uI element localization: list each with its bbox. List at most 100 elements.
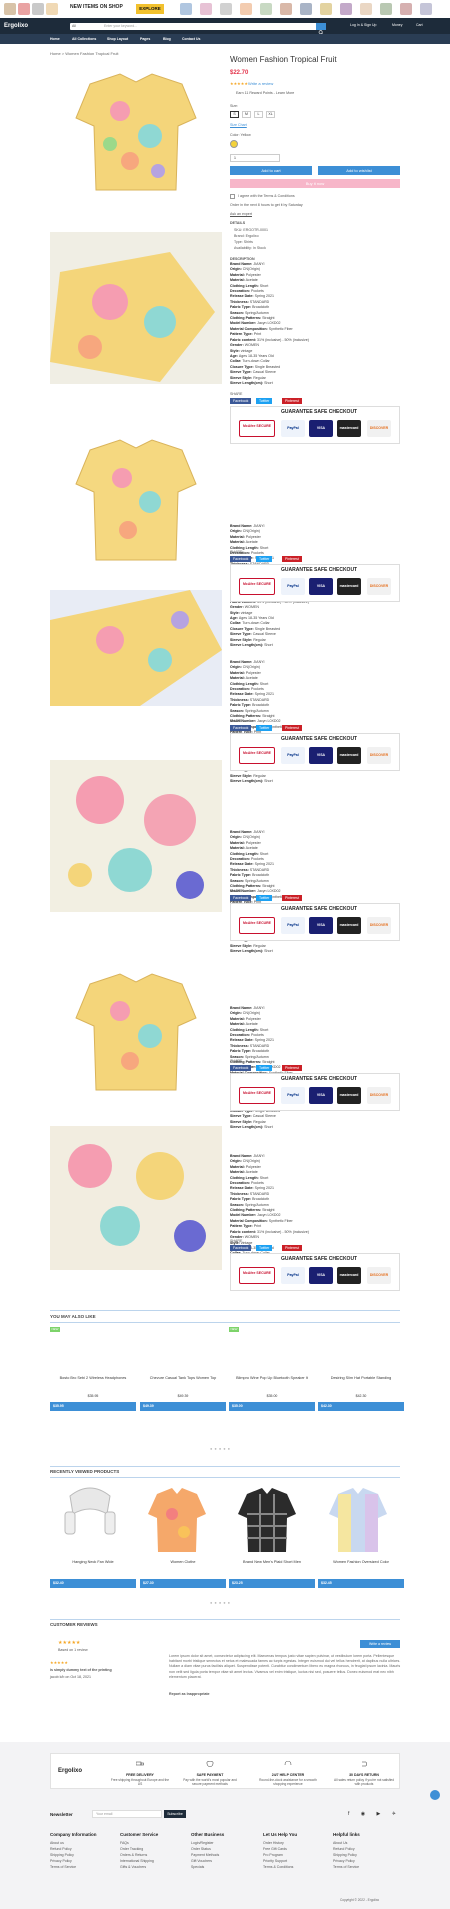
product-thumbnail[interactable] bbox=[55, 1484, 125, 1556]
recent-product-name[interactable]: Hanging Neck Fan Wide bbox=[50, 1560, 136, 1564]
agree-checkbox[interactable] bbox=[230, 194, 235, 199]
footer-link[interactable]: Order Tracking bbox=[120, 1847, 143, 1851]
nav-blog[interactable]: Blog bbox=[163, 37, 171, 41]
share-button-pinterest[interactable]: Pinterest bbox=[282, 398, 302, 404]
share-button-pinterest[interactable]: Pinterest bbox=[282, 895, 302, 901]
recent-add-bar[interactable]: $32.40 bbox=[50, 1579, 136, 1588]
footer-link[interactable]: Order History bbox=[263, 1841, 284, 1845]
product-thumbnail[interactable] bbox=[232, 1484, 302, 1556]
nav-contact[interactable]: Contact Us bbox=[182, 37, 200, 41]
footer-link[interactable]: Terms of Service bbox=[333, 1865, 359, 1869]
nav-pages[interactable]: Pages bbox=[140, 37, 150, 41]
carousel-dots[interactable]: ●●●●● bbox=[210, 1446, 232, 1451]
share-button-twitter[interactable]: Twitter bbox=[256, 398, 273, 404]
related-product-name[interactable]: Desiring Slim Hat Portable Standing bbox=[318, 1376, 404, 1380]
product-image[interactable] bbox=[50, 760, 222, 912]
cart-link[interactable]: Cart bbox=[416, 23, 423, 27]
footer-link[interactable]: Privacy Policy bbox=[50, 1859, 72, 1863]
share-button-twitter[interactable]: Twitter bbox=[256, 725, 273, 731]
footer-link[interactable]: Shipping Policy bbox=[333, 1853, 357, 1857]
carousel-dots[interactable]: ●●●●● bbox=[210, 1600, 232, 1605]
write-review-link[interactable]: Write a review bbox=[248, 81, 273, 86]
footer-link[interactable]: Refund Policy bbox=[50, 1847, 72, 1851]
related-add-bar[interactable]: $35.95 bbox=[50, 1402, 136, 1411]
share-button-facebook[interactable]: Facebook bbox=[230, 398, 252, 404]
product-thumbnail[interactable] bbox=[142, 1484, 212, 1556]
footer-link[interactable]: Gifts & Vouchers bbox=[120, 1865, 146, 1869]
footer-link[interactable]: Login/Register bbox=[191, 1841, 214, 1845]
product-image[interactable] bbox=[50, 232, 222, 384]
related-product-name[interactable]: Chevure Casual Tank Tops Women Top bbox=[140, 1376, 226, 1380]
login-link[interactable]: Log In & Sign Up bbox=[350, 23, 376, 27]
related-add-bar[interactable]: $42.30 bbox=[318, 1402, 404, 1411]
footer-link[interactable]: Order Status bbox=[191, 1847, 211, 1851]
recent-add-bar[interactable]: $23.25 bbox=[229, 1579, 315, 1588]
footer-link[interactable]: Gift Vouchers bbox=[191, 1859, 212, 1863]
share-button-twitter[interactable]: Twitter bbox=[256, 556, 273, 562]
footer-link[interactable]: Terms of Service bbox=[50, 1865, 76, 1869]
footer-link[interactable]: Terms & Conditions bbox=[263, 1865, 293, 1869]
search-button[interactable] bbox=[316, 23, 326, 35]
quantity-stepper[interactable]: 1 bbox=[230, 154, 280, 162]
product-image[interactable] bbox=[50, 420, 222, 580]
footer-link[interactable]: Payment Methods bbox=[191, 1853, 219, 1857]
size-option[interactable]: M bbox=[242, 111, 251, 118]
search-category[interactable]: All bbox=[72, 24, 76, 28]
footer-link[interactable]: About Us bbox=[333, 1841, 347, 1845]
product-thumbnail[interactable] bbox=[323, 1484, 393, 1556]
buy-now-button[interactable]: Buy it now bbox=[230, 179, 400, 188]
nav-home[interactable]: Home bbox=[50, 37, 60, 41]
newsletter-input[interactable]: Your email bbox=[92, 1810, 162, 1818]
explore-button[interactable]: EXPLORE bbox=[136, 4, 164, 14]
footer-link[interactable]: FAQs bbox=[120, 1841, 129, 1845]
product-image[interactable] bbox=[50, 590, 222, 706]
product-image[interactable] bbox=[50, 956, 222, 1108]
share-button-pinterest[interactable]: Pinterest bbox=[282, 1245, 302, 1251]
add-to-cart-button[interactable]: Add to cart bbox=[230, 166, 312, 175]
recent-product-name[interactable]: Women Fashion Oversized Color bbox=[318, 1560, 404, 1564]
related-add-bar[interactable]: $49.39 bbox=[140, 1402, 226, 1411]
size-option[interactable]: XL bbox=[266, 111, 275, 118]
footer-link[interactable]: Privacy Policy bbox=[333, 1859, 355, 1863]
recent-product-name[interactable]: Women Clothe bbox=[140, 1560, 226, 1564]
size-option[interactable]: S bbox=[230, 111, 239, 118]
share-button-facebook[interactable]: Facebook bbox=[230, 1065, 252, 1071]
footer-link[interactable]: Priority Support bbox=[263, 1859, 287, 1863]
share-button-facebook[interactable]: Facebook bbox=[230, 556, 252, 562]
footer-link[interactable]: International Shipping bbox=[120, 1859, 154, 1863]
footer-link[interactable]: Shipping Policy bbox=[50, 1853, 74, 1857]
related-product-name[interactable]: Blimpro Wine Pop Up Bluetooth Speaker It bbox=[229, 1376, 315, 1380]
share-button-twitter[interactable]: Twitter bbox=[256, 1065, 273, 1071]
nav-all-collections[interactable]: All Collections bbox=[72, 37, 96, 41]
share-button-facebook[interactable]: Facebook bbox=[230, 1245, 252, 1251]
product-main-image[interactable] bbox=[50, 56, 222, 208]
footer-link[interactable]: About us bbox=[50, 1841, 64, 1845]
report-link[interactable]: Report as Inappropriate bbox=[169, 1692, 210, 1696]
share-button-twitter[interactable]: Twitter bbox=[256, 895, 273, 901]
share-button-pinterest[interactable]: Pinterest bbox=[282, 1065, 302, 1071]
color-swatch-yellow[interactable] bbox=[230, 140, 238, 148]
footer-link[interactable]: Orders & Returns bbox=[120, 1853, 147, 1857]
recent-add-bar[interactable]: $32.45 bbox=[318, 1579, 404, 1588]
footer-link[interactable]: Specials bbox=[191, 1865, 204, 1869]
footer-link[interactable]: Refund Policy bbox=[333, 1847, 355, 1851]
related-add-bar[interactable]: $35.00 bbox=[229, 1402, 315, 1411]
share-button-twitter[interactable]: Twitter bbox=[256, 1245, 273, 1251]
subscribe-button[interactable]: Subscribe bbox=[164, 1810, 186, 1818]
ask-expert-link[interactable]: Ask an expert bbox=[230, 212, 252, 216]
share-button-pinterest[interactable]: Pinterest bbox=[282, 556, 302, 562]
currency-link[interactable]: Money bbox=[392, 23, 403, 27]
recent-product-name[interactable]: Brand New Men's Plaid Short Men bbox=[229, 1560, 315, 1564]
footer-logo[interactable]: Ergolixo bbox=[58, 1768, 82, 1774]
footer-link[interactable]: Free Gift Cards bbox=[263, 1847, 287, 1851]
size-chart-link[interactable]: Size Chart bbox=[230, 123, 247, 127]
product-image[interactable] bbox=[50, 1126, 222, 1270]
search-input[interactable]: Enter your keyword... bbox=[104, 24, 137, 28]
site-logo[interactable]: Ergolixo bbox=[4, 23, 28, 29]
social-icons[interactable]: f ◉ ▶ ✈ bbox=[348, 1811, 401, 1817]
add-to-wishlist-button[interactable]: Add to wishlist bbox=[318, 166, 400, 175]
footer-link[interactable]: Pro Program bbox=[263, 1853, 283, 1857]
share-button-pinterest[interactable]: Pinterest bbox=[282, 725, 302, 731]
recent-add-bar[interactable]: $27.30 bbox=[140, 1579, 226, 1588]
nav-shop-layout[interactable]: Shop Layout bbox=[107, 37, 128, 41]
